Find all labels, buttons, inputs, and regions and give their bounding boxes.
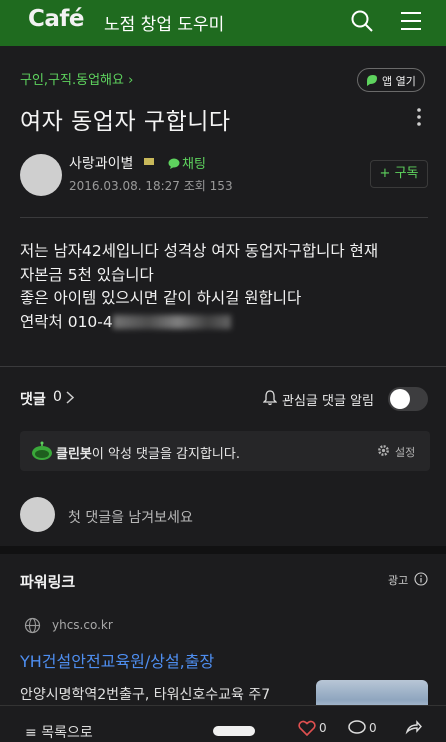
post-body: 저는 남자42세입니다 성격상 여자 동업자구합니다 현재 자본금 5천 있습니… xyxy=(20,240,430,334)
chevron-right-icon[interactable] xyxy=(66,391,74,404)
comments-count[interactable]: 0 xyxy=(53,389,62,405)
share-icon[interactable] xyxy=(404,720,422,736)
post-date: 2016.03.08. 18:27 xyxy=(69,179,180,193)
cafe-logo[interactable]: Café xyxy=(28,6,85,32)
views-label: 조회 xyxy=(183,179,206,193)
contact-line: 연락처 010-4 xyxy=(20,311,430,335)
open-app-label: 앱 열기 xyxy=(382,75,416,88)
chat-link[interactable]: 채팅 xyxy=(168,153,206,172)
open-app-button[interactable]: 앱 열기 xyxy=(357,68,425,92)
post-title: 여자 동업자 구합니다 xyxy=(20,109,231,135)
comment-alert-toggle[interactable] xyxy=(388,387,428,411)
cleanbot-name: 클린봇 xyxy=(56,447,92,462)
comment-input[interactable]: 첫 댓글을 남겨보세요 xyxy=(68,507,193,527)
toggle-knob xyxy=(390,389,410,409)
app-header: Café 노점 창업 도우미 xyxy=(0,0,446,46)
ad-description[interactable]: 안양시명학역2번출구, 타워신호수교육 주7 xyxy=(20,684,310,704)
post-meta: 2016.03.08. 18:27 조회 153 xyxy=(69,177,233,194)
info-icon[interactable] xyxy=(414,572,428,586)
author-avatar[interactable] xyxy=(20,154,62,196)
blurred-phone-number xyxy=(112,314,231,329)
subscribe-label: 구독 xyxy=(394,166,419,181)
comment-bubble-icon[interactable] xyxy=(348,720,366,736)
ad-domain[interactable]: yhcs.co.kr xyxy=(52,618,113,632)
ad-label[interactable]: 광고 xyxy=(388,572,408,588)
globe-icon xyxy=(24,617,41,634)
body-line: 저는 남자42세입니다 성격상 여자 동업자구합니다 현재 xyxy=(20,242,379,260)
gear-icon[interactable] xyxy=(377,444,390,457)
comment-count-bottom: 0 xyxy=(369,721,377,735)
cleanbot-settings-button[interactable]: 설정 xyxy=(395,444,415,460)
plus-icon: + xyxy=(379,166,391,181)
list-icon: ≡ xyxy=(25,725,37,741)
my-avatar xyxy=(20,497,55,532)
cafe-leaf-icon xyxy=(367,75,377,86)
cleanbot-robot-icon xyxy=(32,441,52,460)
cleanbot-message: 이 악성 댓글을 감지합니다. xyxy=(91,447,240,462)
search-icon[interactable] xyxy=(350,9,374,33)
comment-alert-label: 관심글 댓글 알림 xyxy=(282,394,374,409)
comments-label[interactable]: 댓글 xyxy=(20,389,46,409)
body-line: 좋은 아이템 있으시면 같이 하시길 원합니다 xyxy=(20,289,302,307)
contact-label: 연락처 010-4 xyxy=(20,312,113,331)
more-options-icon[interactable] xyxy=(414,106,424,128)
subscribe-button[interactable]: + 구독 xyxy=(370,160,428,188)
cafe-name[interactable]: 노점 창업 도우미 xyxy=(104,10,224,35)
chat-label: 채팅 xyxy=(182,157,206,172)
member-level-icon xyxy=(144,158,154,165)
back-to-list-label: 목록으로 xyxy=(41,725,93,741)
author-name[interactable]: 사랑과이별 xyxy=(69,153,133,173)
chat-bubble-icon xyxy=(168,158,180,169)
action-pill[interactable] xyxy=(213,726,255,736)
bell-icon xyxy=(263,390,277,406)
cleanbot-text: 클린봇이 악성 댓글을 감지합니다. xyxy=(56,443,240,462)
body-divider xyxy=(0,366,446,367)
views-count: 153 xyxy=(209,179,233,193)
like-count: 0 xyxy=(319,721,327,735)
hamburger-menu-icon[interactable] xyxy=(400,10,422,32)
back-to-list-button[interactable]: ≡ 목록으로 xyxy=(25,722,93,742)
header-divider xyxy=(20,217,428,218)
board-category-link[interactable]: 구인,구직.동업해요 › xyxy=(20,69,133,88)
ad-headline-link[interactable]: YH건설안전교육원/상설,출장 xyxy=(20,648,214,672)
body-line: 자본금 5천 있습니다 xyxy=(20,265,154,284)
powerlink-title: 파워링크 xyxy=(20,573,76,591)
heart-icon[interactable] xyxy=(298,720,316,736)
section-separator xyxy=(0,546,446,554)
